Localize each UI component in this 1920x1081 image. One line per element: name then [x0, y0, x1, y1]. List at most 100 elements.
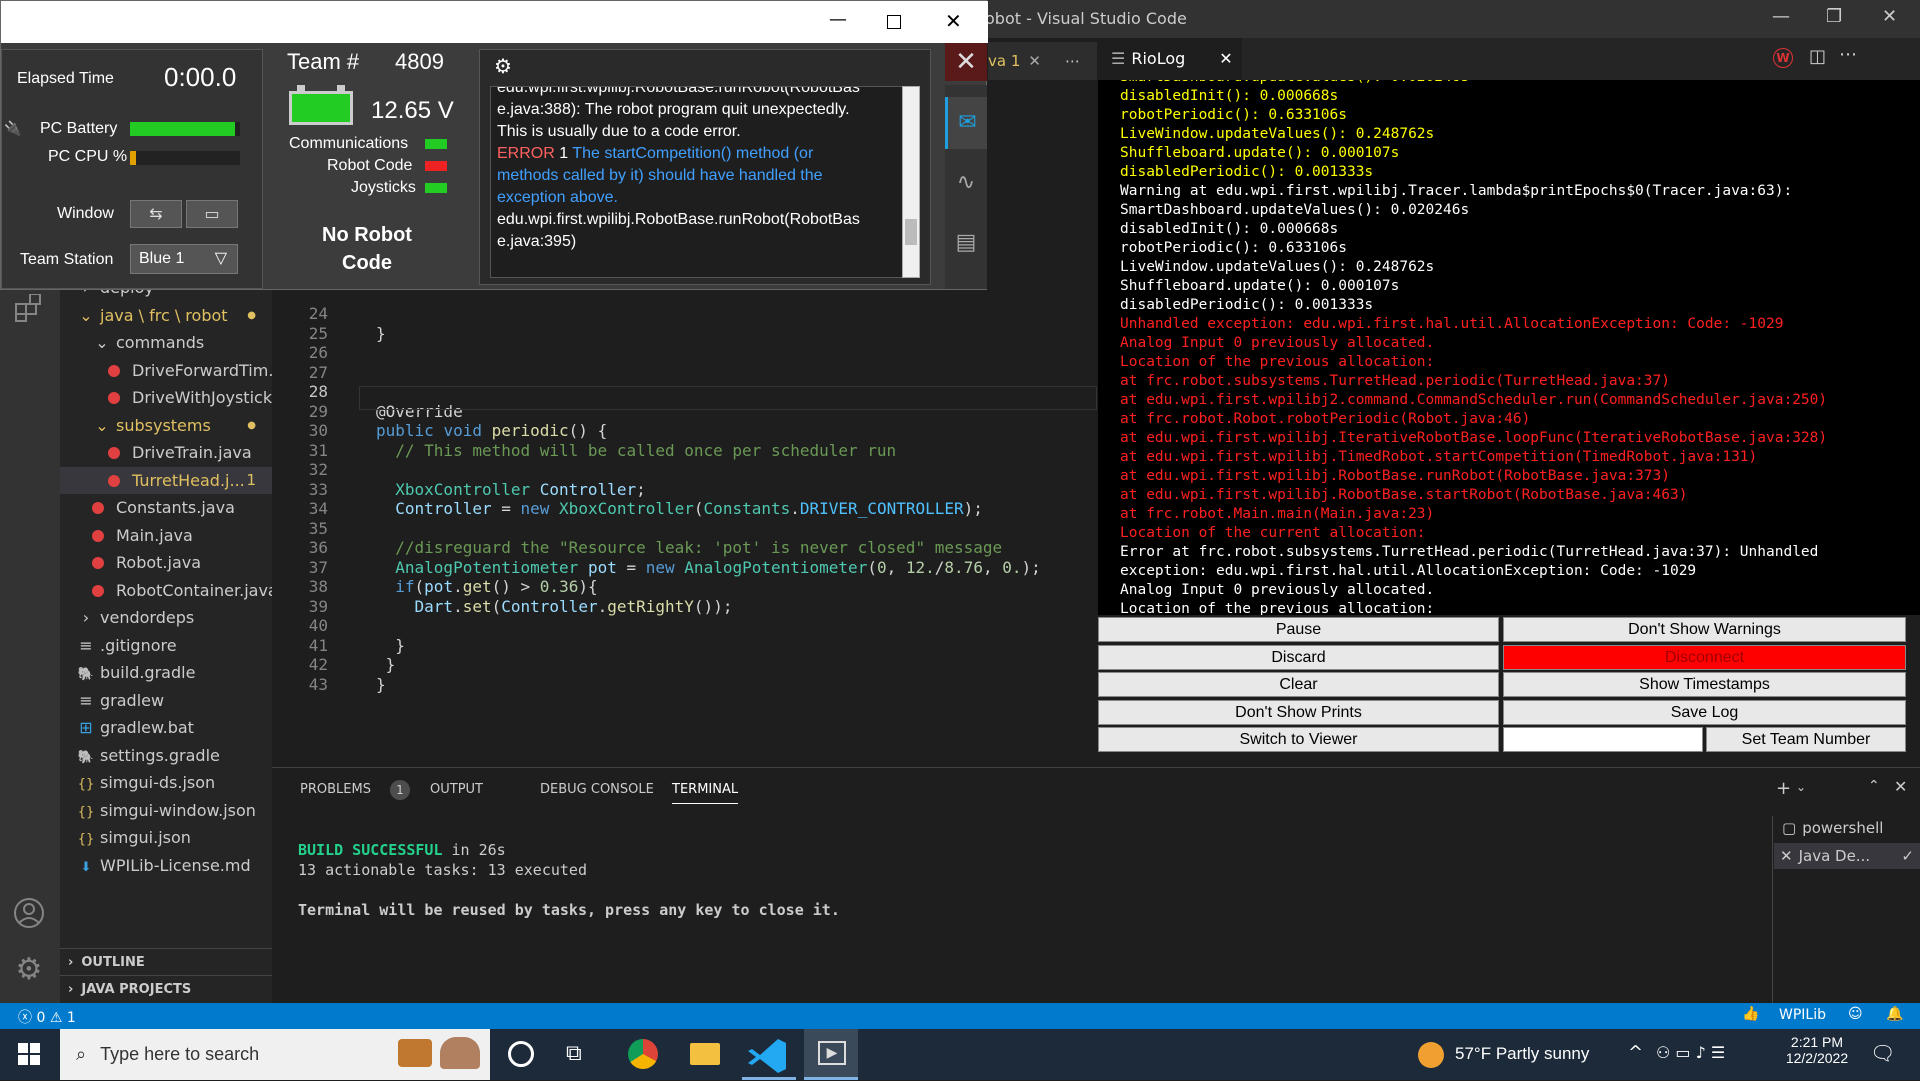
tree-item[interactable]: ⬇ WPILib-License.md: [60, 852, 272, 879]
ds-maximize-icon[interactable]: [887, 15, 901, 29]
tree-item[interactable]: Constants.java: [60, 494, 272, 521]
window-dock-button[interactable]: ⇆: [130, 200, 182, 228]
show-timestamps-button[interactable]: Show Timestamps: [1503, 672, 1906, 697]
save-log-button[interactable]: Save Log: [1503, 700, 1906, 725]
tree-item[interactable]: DriveForwardTim...: [60, 357, 272, 384]
messages-tab-icon[interactable]: ✉: [945, 97, 987, 149]
split-editor-icon[interactable]: ◫: [1809, 46, 1826, 67]
tree-item[interactable]: DriveWithJoystick...: [60, 384, 272, 411]
tree-item-label: simgui-ds.json: [100, 773, 216, 792]
line-number: 32: [308, 460, 328, 479]
clear-button[interactable]: Clear: [1098, 672, 1499, 697]
tree-item[interactable]: ⌄ commands: [60, 329, 272, 356]
window-full-button[interactable]: ▭: [186, 200, 238, 228]
new-terminal-icon[interactable]: +: [1776, 778, 1791, 799]
tray-icons[interactable]: ⚇ ▭ ♪ ☰: [1656, 1043, 1725, 1062]
shell-powershell[interactable]: ▢ powershell: [1776, 815, 1916, 841]
task-view-icon[interactable]: ⧉: [566, 1041, 582, 1066]
shell-java-debug[interactable]: ✕ Java De... ✓: [1774, 843, 1920, 869]
tree-item[interactable]: {} simgui-ds.json: [60, 769, 272, 796]
maximize-panel-icon[interactable]: ⌃: [1868, 778, 1880, 794]
discard-button[interactable]: Discard: [1098, 645, 1499, 670]
close-icon[interactable]: ✕: [1882, 6, 1897, 27]
java-projects-section[interactable]: › JAVA PROJECTS: [60, 975, 272, 1002]
windows-start-icon[interactable]: [18, 1043, 40, 1065]
tree-item[interactable]: ⊞ gradlew.bat: [60, 714, 272, 741]
wpilib-status[interactable]: WPILib: [1779, 1007, 1826, 1023]
panel-tab-debug-console[interactable]: DEBUG CONSOLE: [540, 782, 654, 797]
more-actions-icon[interactable]: ⋯: [1839, 44, 1857, 65]
java-error-icon: [92, 549, 112, 576]
problems-status[interactable]: ⓧ 0 ⚠ 1: [18, 1007, 76, 1027]
bell-icon[interactable]: 🔔: [1886, 1006, 1903, 1022]
ds-close-icon[interactable]: ✕: [945, 9, 962, 33]
panel-tab-terminal[interactable]: TERMINAL: [672, 782, 739, 804]
notifications-icon[interactable]: 🗨: [1870, 1041, 1895, 1065]
tree-item[interactable]: TurretHead.j... 1: [60, 466, 272, 494]
accounts-icon[interactable]: [13, 897, 45, 929]
disconnect-button[interactable]: Disconnect: [1503, 645, 1906, 670]
thumbs-up-icon[interactable]: 👍: [1742, 1006, 1759, 1022]
driver-station-window: — ✕ Elapsed Time 0:00.0 🔌 PC Battery PC …: [0, 0, 988, 290]
tab-close-icon[interactable]: ✕: [1028, 52, 1041, 70]
dont-show-prints-button[interactable]: Don't Show Prints: [1098, 700, 1499, 725]
outline-section[interactable]: › OUTLINE: [60, 948, 272, 975]
settings-gear-icon[interactable]: ⚙: [13, 954, 45, 986]
tree-item[interactable]: ⌄ java \ frc \ robot ●: [60, 302, 272, 329]
tree-item[interactable]: RobotContainer.java: [60, 577, 272, 604]
chrome-icon[interactable]: [628, 1039, 658, 1069]
tab-riolog[interactable]: ☰ RioLog ✕: [1097, 38, 1242, 80]
tree-badge: 1: [246, 470, 256, 489]
panel-tab-problems[interactable]: PROBLEMS: [300, 782, 371, 797]
weather-text[interactable]: 57°F Partly sunny: [1455, 1044, 1589, 1064]
tree-item[interactable]: Robot.java: [60, 549, 272, 576]
riolog-output[interactable]: SmartDashboard.updateValues(): 0.020246s…: [1098, 80, 1920, 615]
switch-to-viewer-button[interactable]: Switch to Viewer: [1098, 727, 1499, 752]
communications-indicator: [425, 139, 447, 149]
tree-item[interactable]: DriveTrain.java: [60, 439, 272, 466]
charts-tab-icon[interactable]: ∿: [945, 157, 987, 209]
clock[interactable]: 2:21 PM 12/2/2022: [1782, 1034, 1852, 1066]
tree-item[interactable]: {} simgui.json: [60, 824, 272, 851]
message-log[interactable]: edu.wpi.first.wpilibj.RobotBase.runRobot…: [490, 86, 910, 278]
extensions-icon[interactable]: [14, 293, 44, 322]
feedback-icon[interactable]: ☺: [1848, 1006, 1863, 1022]
message-settings-gear-icon[interactable]: ⚙: [494, 54, 512, 79]
code-editor[interactable]: 24 25} 26 27 28 29 @Override 30 public void peri…: [272, 270, 1097, 767]
riolog-line: disabledPeriodic(): 0.001333s: [1120, 297, 1374, 313]
tree-item[interactable]: ⌄ subsystems ●: [60, 412, 272, 439]
close-tab-icon[interactable]: ✕: [1219, 49, 1232, 68]
cortana-icon[interactable]: [508, 1041, 534, 1067]
tree-item[interactable]: 🐘 build.gradle: [60, 659, 272, 686]
panel-tab-output[interactable]: OUTPUT: [430, 782, 483, 797]
tree-item[interactable]: {} simgui-window.json: [60, 797, 272, 824]
editor-more-icon[interactable]: ⋯: [1065, 52, 1080, 70]
tree-item[interactable]: ≡ gradlew: [60, 687, 272, 714]
driver-station-taskbar-icon[interactable]: ▶: [804, 1029, 858, 1080]
wpilib-icon[interactable]: W: [1773, 48, 1793, 68]
team-number-input[interactable]: [1503, 727, 1703, 752]
message-scrollbar[interactable]: [902, 86, 920, 278]
team-station-select[interactable]: Blue 1 ▽: [130, 244, 238, 274]
editor-tab-fragment[interactable]: va 1 ✕ ⋯: [988, 42, 1097, 80]
tree-item[interactable]: ≡ .gitignore: [60, 632, 272, 659]
code-line: // This method will be called once per s…: [376, 440, 897, 460]
code-line: }: [376, 323, 386, 343]
file-explorer-icon[interactable]: [690, 1043, 720, 1065]
tray-chevron-icon[interactable]: ^: [1628, 1042, 1643, 1063]
chevron-down-icon[interactable]: ⌄: [1796, 780, 1806, 794]
search-box[interactable]: ⌕ Type here to search: [60, 1029, 490, 1080]
tree-item[interactable]: Main.java: [60, 522, 272, 549]
pause-button[interactable]: Pause: [1098, 617, 1499, 642]
tree-item[interactable]: › vendordeps: [60, 604, 272, 631]
close-panel-icon[interactable]: ✕: [1894, 777, 1907, 796]
minimize-icon[interactable]: —: [1772, 6, 1790, 27]
ds-close-x-button[interactable]: ✕: [945, 43, 987, 81]
restore-icon[interactable]: ❐: [1826, 6, 1842, 27]
both-tab-icon[interactable]: ▤: [945, 217, 987, 269]
vscode-taskbar-icon[interactable]: [742, 1029, 796, 1080]
ds-minimize-icon[interactable]: —: [829, 9, 847, 30]
dont-show-warnings-button[interactable]: Don't Show Warnings: [1503, 617, 1906, 642]
set-team-number-button[interactable]: Set Team Number: [1706, 727, 1906, 752]
tree-item[interactable]: 🐘 settings.gradle: [60, 742, 272, 769]
